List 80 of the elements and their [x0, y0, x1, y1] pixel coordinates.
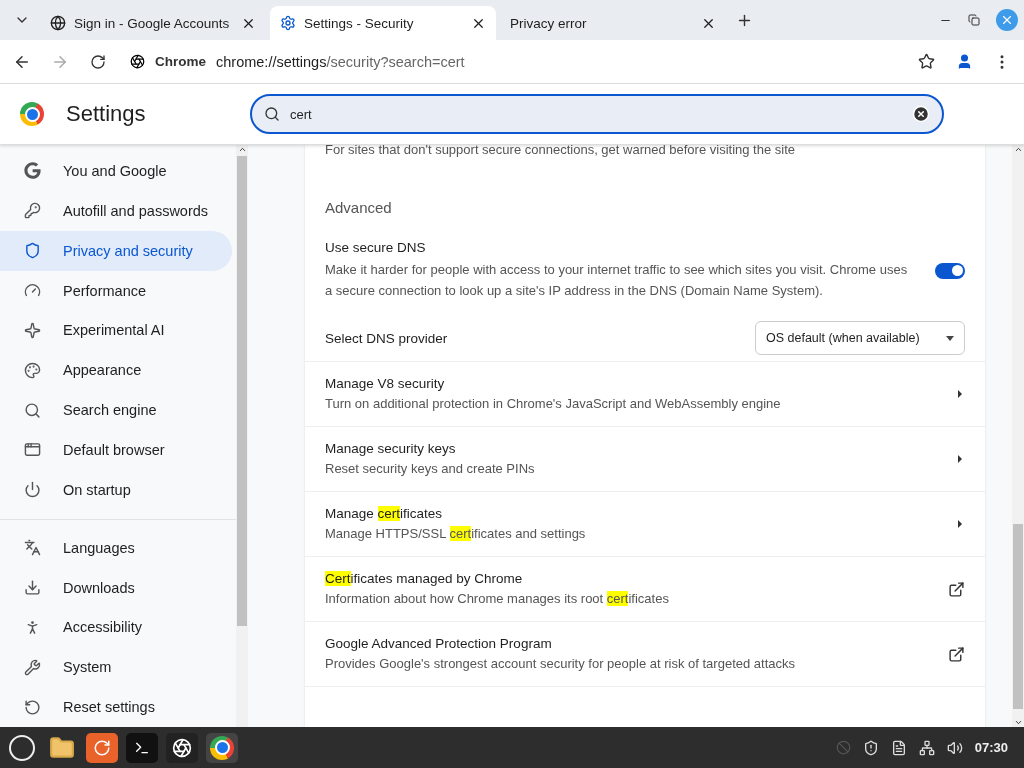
- g-logo-icon: [24, 162, 41, 180]
- sidebar-item[interactable]: Reset settings: [0, 687, 232, 727]
- arrow-icon[interactable]: [955, 389, 965, 399]
- setting-title: Manage security keys: [325, 440, 457, 456]
- wrench-icon: [24, 658, 41, 676]
- sidebar-item[interactable]: Privacy and security: [0, 230, 232, 271]
- external-link-icon[interactable]: [948, 580, 965, 598]
- key-icon: [24, 202, 41, 220]
- sidebar-item[interactable]: Performance: [0, 270, 232, 311]
- arrow-icon[interactable]: [955, 454, 965, 464]
- search-input[interactable]: cert: [288, 105, 904, 123]
- power-icon: [24, 481, 41, 499]
- arrow-icon[interactable]: [955, 519, 965, 529]
- shield-icon[interactable]: [862, 739, 879, 756]
- gauge-icon: [24, 282, 41, 299]
- setting-title: Select DNS provider: [325, 330, 448, 346]
- clock[interactable]: 07:30: [974, 740, 1008, 755]
- setting-description: Provides Google's strongest account security for people at risk of targeted attacks: [325, 654, 796, 673]
- setting-title: Use secure DNS: [325, 240, 427, 255]
- setting-description: Make it harder for people with access to your internet traffic to see which sites you visit. Chrome uses a secure connection to look up a site's IP address in the DNS (Domain Name System).: [325, 261, 909, 300]
- sidebar-item[interactable]: System: [0, 647, 232, 688]
- document-icon[interactable]: [890, 739, 907, 756]
- download-icon: [24, 579, 41, 596]
- sidebar-item[interactable]: Search engine: [0, 390, 232, 430]
- sparkle-icon: [24, 321, 41, 339]
- terminal-icon[interactable]: [126, 732, 158, 763]
- sidebar-item[interactable]: On startup: [0, 469, 232, 510]
- external-link-icon[interactable]: [948, 645, 965, 663]
- window-icon: [24, 441, 41, 459]
- setting-title: Manage certificates: [325, 505, 444, 521]
- setting-description: Turn on additional protection in Chrome's JavaScript and WebAssembly engine: [325, 394, 782, 413]
- description-text: For sites that don't support secure connections, get warned before visiting the site: [324, 145, 797, 159]
- browser-tab[interactable]: Privacy error: [500, 6, 726, 40]
- aperture-icon[interactable]: [130, 54, 145, 69]
- clear-icon[interactable]: [912, 105, 930, 123]
- toggle-switch[interactable]: [935, 262, 965, 279]
- scroll-up-icon[interactable]: [1013, 145, 1023, 154]
- gear-icon: [280, 15, 296, 31]
- scroll-up-icon[interactable]: [237, 145, 247, 154]
- reset-icon: [24, 698, 41, 716]
- network-icon[interactable]: [918, 739, 935, 756]
- sidebar-item[interactable]: Autofill and passwords: [0, 190, 232, 231]
- scrollbar-thumb[interactable]: [1013, 523, 1023, 709]
- translate-icon: [24, 539, 41, 557]
- settings-row[interactable]: Manage security keys Reset security keys and create PINs: [305, 427, 985, 492]
- search-icon: [264, 106, 280, 122]
- setting-title: Manage V8 security: [325, 375, 446, 391]
- sidebar-item[interactable]: Downloads: [0, 567, 232, 608]
- volume-icon[interactable]: [946, 739, 963, 756]
- setting-title: Google Advanced Protection Program: [325, 635, 553, 651]
- sidebar-item[interactable]: Languages: [0, 527, 232, 568]
- settings-title: Settings: [66, 101, 147, 127]
- aperture-icon[interactable]: [166, 732, 198, 763]
- scroll-down-icon[interactable]: [1013, 718, 1023, 727]
- browser-tab[interactable]: Sign in - Google Accounts: [40, 6, 266, 40]
- search-bar[interactable]: cert: [250, 94, 944, 134]
- reload-icon[interactable]: [90, 53, 106, 70]
- settings-row[interactable]: Google Advanced Protection Program Provides Google's strongest account security for people at risk of targeted attacks: [305, 622, 985, 687]
- url-text: chrome://settings/security?search=cert: [216, 53, 465, 70]
- shield-icon: [24, 242, 41, 260]
- restore-icon[interactable]: [968, 14, 980, 26]
- section-title: Advanced: [324, 198, 393, 218]
- setting-description: Manage HTTPS/SSL certificates and settings: [325, 524, 587, 543]
- dns-select[interactable]: OS default (when available): [755, 321, 965, 355]
- sidebar-item[interactable]: Default browser: [0, 430, 232, 470]
- caret-icon: [946, 335, 954, 341]
- sidebar-item[interactable]: Appearance: [0, 350, 232, 391]
- site-chip[interactable]: Chrome: [155, 54, 206, 69]
- setting-description: Reset security keys and create PINs: [325, 459, 536, 478]
- scrollbar-thumb[interactable]: [237, 156, 247, 626]
- search-icon: [24, 401, 41, 419]
- settings-row[interactable]: Manage certificates Manage HTTPS/SSL certificates and settings: [305, 492, 985, 557]
- sidebar-item[interactable]: You and Google: [0, 151, 232, 191]
- settings-row[interactable]: Manage V8 security Turn on additional protection in Chrome's JavaScript and WebAssembly engine: [305, 362, 985, 427]
- chrome-logo-icon: [20, 102, 44, 126]
- sidebar-item[interactable]: Accessibility: [0, 607, 232, 648]
- browser-tab[interactable]: Settings - Security: [270, 6, 496, 40]
- palette-icon: [24, 361, 41, 379]
- globe-icon: [50, 15, 66, 31]
- sidebar-item[interactable]: Experimental AI: [0, 310, 232, 351]
